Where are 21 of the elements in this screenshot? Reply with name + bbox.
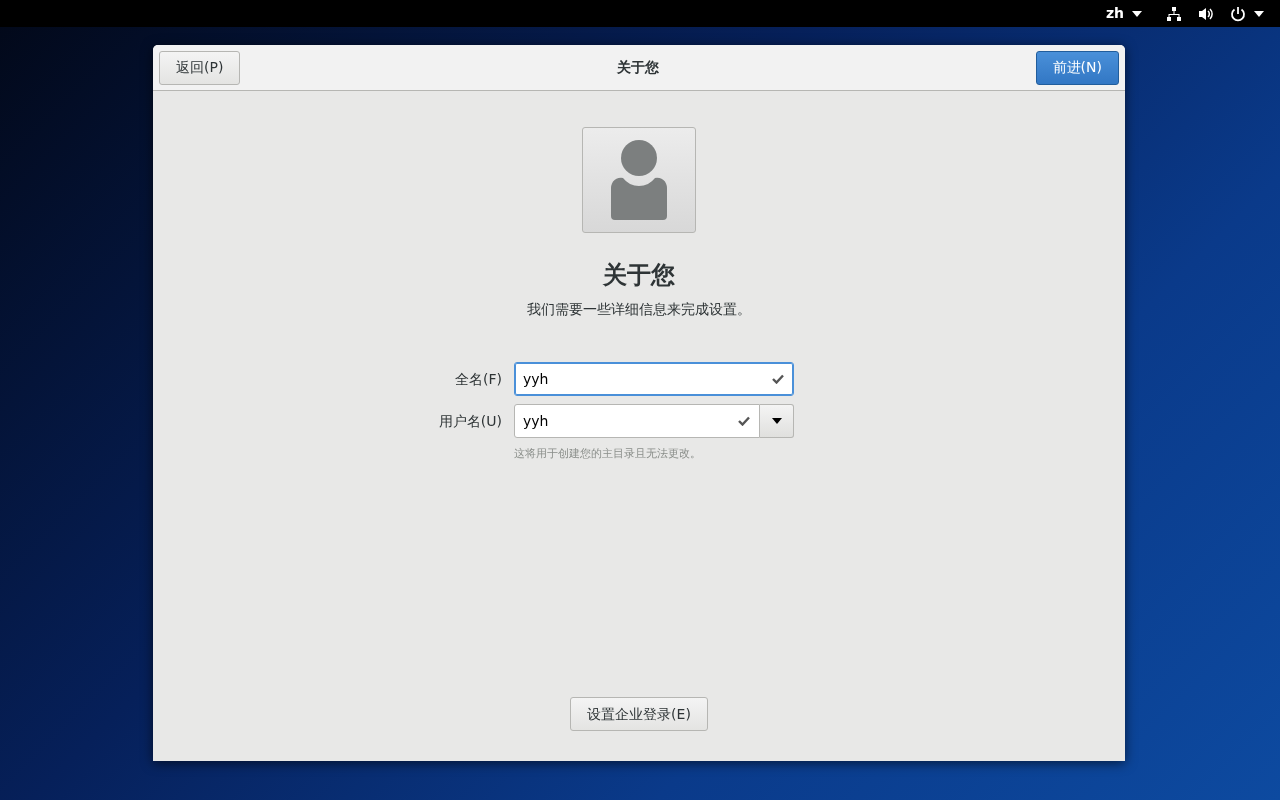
network-icon[interactable]: [1166, 5, 1182, 22]
caret-icon: [1254, 10, 1264, 17]
full-name-field[interactable]: yyh: [514, 362, 794, 396]
username-field[interactable]: yyh: [514, 404, 760, 438]
power-menu[interactable]: [1230, 5, 1264, 22]
volume-icon[interactable]: [1198, 5, 1214, 22]
dialog-title: 关于您: [617, 58, 659, 77]
dropdown-button[interactable]: [760, 404, 794, 438]
next-button[interactable]: 前进(N): [1035, 50, 1119, 85]
caret-icon: [771, 418, 782, 424]
field-label: 用户名(U): [437, 411, 502, 431]
person-silhouette-icon: [608, 140, 670, 220]
avatar-button[interactable]: [582, 127, 696, 233]
subtitle-text: 我们需要一些详细信息来完成设置。: [527, 300, 751, 319]
enterprise-login-button[interactable]: 设置企业登录(E): [570, 697, 708, 731]
language-menu[interactable]: zh: [1105, 3, 1142, 24]
hint-text: 这将用于创建您的主目录且无法更改。: [514, 446, 702, 462]
field-label: 全名(F): [454, 369, 502, 389]
caret-icon: [1132, 10, 1142, 17]
page-heading: 关于您: [603, 260, 675, 291]
back-button[interactable]: 返回(P): [159, 50, 241, 85]
